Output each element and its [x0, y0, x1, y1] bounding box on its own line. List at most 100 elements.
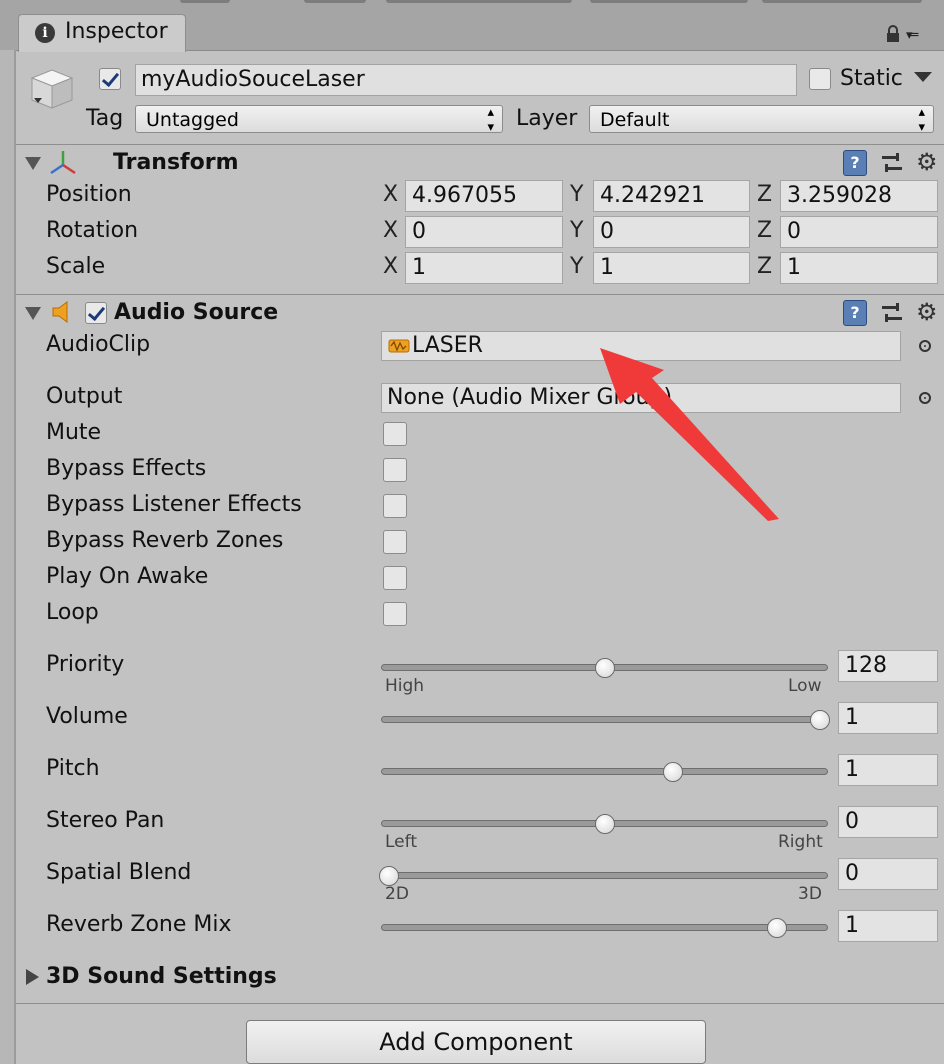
gameobject-cube-icon[interactable] [26, 64, 76, 114]
transform-foldout-icon[interactable] [25, 157, 41, 170]
presets-icon[interactable] [880, 151, 904, 175]
spatial-blend-value-field[interactable]: 0 [838, 858, 938, 890]
x-axis-label: X [383, 254, 399, 279]
static-dropdown-arrow-icon[interactable] [914, 72, 932, 82]
rotation-y-field[interactable]: 0 [593, 216, 750, 248]
static-checkbox[interactable] [809, 68, 831, 90]
pitch-slider[interactable] [381, 768, 828, 775]
bypass-effects-checkbox[interactable] [383, 458, 407, 482]
scale-label: Scale [46, 254, 106, 279]
priority-slider-thumb[interactable] [594, 658, 615, 678]
object-name-field[interactable]: myAudioSouceLaser [135, 64, 797, 96]
layer-label: Layer [516, 106, 578, 131]
z-axis-label: Z [757, 218, 773, 243]
gear-icon[interactable]: ⚙ [916, 150, 938, 174]
spatial-blend-min-label: 2D [385, 884, 409, 904]
add-component-button[interactable]: Add Component [246, 1020, 706, 1064]
reverb-zone-mix-slider-thumb[interactable] [766, 918, 787, 938]
tab-strip-fragment [590, 0, 748, 3]
y-axis-label: Y [570, 182, 584, 207]
volume-label: Volume [46, 704, 128, 729]
z-axis-label: Z [757, 254, 773, 279]
scale-x-field[interactable]: 1 [405, 252, 563, 284]
play-on-awake-checkbox[interactable] [383, 566, 407, 590]
bypass-reverb-zones-checkbox[interactable] [383, 530, 407, 554]
spatial-blend-max-label: 3D [798, 884, 822, 904]
tab-strip-fragment [304, 0, 366, 3]
priority-label: Priority [46, 652, 125, 677]
pitch-label: Pitch [46, 756, 100, 781]
tab-label: Inspector [65, 19, 168, 44]
reverb-zone-mix-slider[interactable] [381, 924, 828, 931]
position-x-field[interactable]: 4.967055 [405, 180, 563, 212]
object-picker-icon[interactable] [919, 392, 931, 404]
presets-icon[interactable] [880, 301, 904, 325]
pitch-value-field[interactable]: 1 [838, 754, 938, 786]
dropdown-arrows-icon: ▴ ▾ [487, 105, 494, 135]
menu-icon[interactable]: ▾═ [906, 28, 942, 43]
speaker-icon [52, 301, 68, 323]
mute-checkbox[interactable] [383, 422, 407, 446]
priority-value-field[interactable]: 128 [838, 650, 938, 682]
transform-title: Transform [113, 150, 239, 175]
help-book-icon[interactable]: ? [843, 300, 867, 326]
gear-icon[interactable]: ⚙ [916, 300, 938, 324]
audio-source-enabled-checkbox[interactable] [85, 302, 107, 324]
priority-max-label: Low [788, 676, 822, 696]
lock-icon[interactable] [886, 25, 900, 42]
info-icon: i [35, 23, 55, 43]
divider [16, 294, 944, 295]
audioclip-value: LASER [412, 333, 483, 358]
stereo-pan-value-field[interactable]: 0 [838, 806, 938, 838]
audio-source-foldout-icon[interactable] [25, 307, 41, 320]
tab-strip-fragment [762, 0, 922, 3]
reverb-zone-mix-value-field[interactable]: 1 [838, 910, 938, 942]
transform-axis-icon [50, 151, 76, 175]
pitch-slider-thumb[interactable] [663, 762, 684, 782]
object-picker-icon[interactable] [919, 340, 931, 352]
sound-settings-foldout-icon[interactable] [26, 969, 39, 985]
position-z-field[interactable]: 3.259028 [780, 180, 938, 212]
stereo-pan-label: Stereo Pan [46, 808, 165, 833]
audioclip-field[interactable]: LASER [381, 331, 901, 361]
tab-strip-fragment [180, 0, 230, 3]
tag-value: Untagged [146, 109, 239, 131]
play-on-awake-label: Play On Awake [46, 564, 209, 589]
reverb-zone-mix-label: Reverb Zone Mix [46, 912, 232, 937]
rotation-label: Rotation [46, 218, 139, 243]
loop-checkbox[interactable] [383, 602, 407, 626]
bypass-listener-effects-checkbox[interactable] [383, 494, 407, 518]
help-book-icon[interactable]: ? [843, 150, 867, 176]
spatial-blend-label: Spatial Blend [46, 860, 192, 885]
z-axis-label: Z [757, 182, 773, 207]
layer-value: Default [600, 109, 670, 131]
rotation-z-field[interactable]: 0 [780, 216, 938, 248]
bypass-reverb-zones-label: Bypass Reverb Zones [46, 528, 284, 553]
left-panel-edge [0, 50, 16, 1064]
scale-y-field[interactable]: 1 [593, 252, 750, 284]
loop-label: Loop [46, 600, 99, 625]
position-y-field[interactable]: 4.242921 [593, 180, 750, 212]
output-label: Output [46, 384, 123, 409]
rotation-x-field[interactable]: 0 [405, 216, 563, 248]
bypass-effects-label: Bypass Effects [46, 456, 207, 481]
tag-dropdown[interactable]: Untagged ▴ ▾ [135, 105, 503, 135]
audioclip-label: AudioClip [46, 332, 151, 357]
output-field[interactable]: None (Audio Mixer Group) [381, 383, 901, 413]
bypass-listener-effects-label: Bypass Listener Effects [46, 492, 302, 517]
position-label: Position [46, 182, 132, 207]
3d-sound-settings-label[interactable]: 3D Sound Settings [46, 964, 277, 989]
layer-dropdown[interactable]: Default ▴ ▾ [589, 105, 934, 135]
volume-slider-thumb[interactable] [810, 710, 830, 730]
volume-value-field[interactable]: 1 [838, 702, 938, 734]
divider [16, 144, 944, 145]
spatial-blend-slider-thumb[interactable] [379, 866, 399, 886]
volume-slider[interactable] [381, 716, 828, 723]
static-label: Static [840, 66, 903, 91]
priority-min-label: High [385, 676, 425, 696]
inspector-tab[interactable]: i Inspector [18, 14, 186, 52]
stereo-pan-slider-thumb[interactable] [594, 814, 615, 834]
active-checkbox[interactable] [99, 68, 121, 90]
spatial-blend-slider[interactable] [381, 872, 828, 879]
scale-z-field[interactable]: 1 [780, 252, 938, 284]
